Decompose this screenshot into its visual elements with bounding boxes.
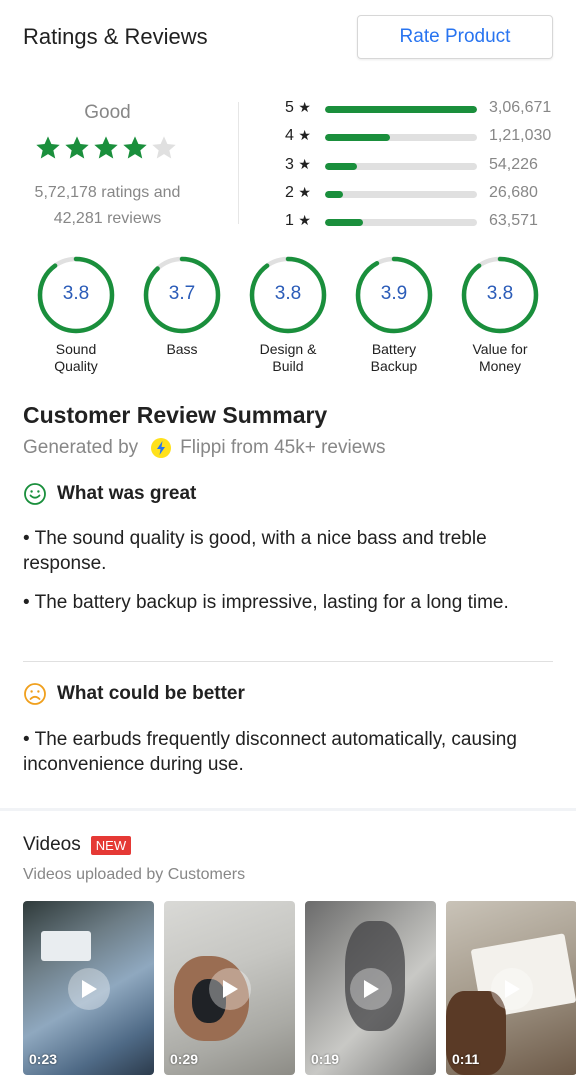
distribution-row[interactable]: 4 ★ 1,21,030 (285, 124, 575, 150)
distribution-star-label: 5 ★ (285, 99, 311, 116)
distribution-bar (325, 191, 477, 198)
distribution-row[interactable]: 3 ★ 54,226 (285, 153, 575, 179)
section-divider (23, 661, 553, 662)
aspect-name: Design & Build (259, 341, 317, 374)
star-filled-icon (65, 136, 89, 159)
play-icon[interactable] (68, 968, 110, 1010)
distribution-bar (325, 219, 477, 226)
distribution-count: 54,226 (489, 156, 538, 173)
aspect-score: 3.8 (62, 283, 90, 304)
vertical-divider (238, 102, 239, 224)
overall-rating-label: Good (84, 102, 131, 123)
rating-counts: 5,72,178 ratings and 42,281 reviews (0, 180, 215, 232)
great-heading-text: What was great (57, 483, 197, 504)
distribution-star-label: 4 ★ (285, 127, 311, 144)
great-heading: What was great (23, 482, 196, 506)
video-duration: 0:29 (170, 1051, 199, 1067)
video-thumbnail[interactable]: 0:19 (305, 901, 436, 1075)
distribution-bar-fill (325, 134, 391, 141)
section-separator (0, 808, 576, 811)
videos-subtitle: Videos uploaded by Customers (23, 866, 246, 883)
aspect-score: 3.9 (380, 283, 408, 304)
aspect-ratings: 3.8 Sound Quality 3.7 Bass 3.8 Design & Bu… (0, 255, 576, 380)
star-icon: ★ (298, 184, 311, 200)
star-icon: ★ (298, 99, 311, 115)
distribution-row[interactable]: 5 ★ 3,06,671 (285, 96, 575, 122)
distribution-count: 63,571 (489, 212, 538, 229)
video-thumbnail[interactable]: 0:29 (164, 901, 295, 1075)
star-empty-icon (152, 136, 176, 159)
star-icon: ★ (298, 156, 311, 172)
ratings-header: Ratings & Reviews Rate Product (0, 0, 576, 80)
video-duration: 0:19 (311, 1051, 340, 1067)
distribution-bar-fill (325, 163, 357, 170)
distribution-bar (325, 106, 477, 113)
star-filled-icon (36, 136, 60, 159)
star-filled-icon (94, 136, 118, 159)
ratings-count-text: 5,72,178 ratings and (34, 184, 181, 201)
overall-star-rating (34, 134, 178, 162)
play-icon[interactable] (491, 968, 533, 1010)
aspect-sound-quality[interactable]: 3.8 Sound Quality (26, 255, 126, 375)
better-heading-text: What could be better (57, 683, 245, 704)
video-duration: 0:23 (29, 1051, 58, 1067)
rating-summary: Good 5,72,178 ratings and 42,281 reviews… (0, 90, 576, 240)
aspect-name: Value for Money (472, 341, 528, 374)
distribution-bar (325, 163, 477, 170)
better-heading: What could be better (23, 682, 245, 706)
distribution-bar-fill (325, 106, 477, 113)
videos-title: Videos (23, 834, 81, 855)
smile-icon (24, 483, 46, 505)
rate-product-button[interactable]: Rate Product (357, 15, 553, 59)
play-icon[interactable] (350, 968, 392, 1010)
new-badge: NEW (90, 835, 132, 855)
aspect-score: 3.8 (486, 283, 514, 304)
aspect-design-build[interactable]: 3.8 Design & Build (238, 255, 338, 375)
distribution-star-label: 1 ★ (285, 212, 311, 229)
review-summary-title: Customer Review Summary (23, 402, 328, 428)
frown-icon (24, 683, 46, 705)
aspect-name: Sound Quality (54, 341, 98, 374)
flippi-icon (151, 438, 172, 458)
generated-by-prefix: Generated by (23, 437, 139, 458)
aspect-name: Bass (166, 341, 198, 357)
distribution-count: 3,06,671 (489, 99, 552, 116)
star-icon: ★ (298, 127, 311, 143)
distribution-star-label: 3 ★ (285, 156, 311, 173)
aspect-score: 3.8 (274, 283, 302, 304)
star-icon: ★ (298, 212, 311, 228)
great-point: • The battery backup is impressive, last… (23, 592, 509, 613)
star-filled-icon (123, 136, 147, 159)
great-point: • The sound quality is good, with a nice… (23, 528, 487, 574)
video-duration: 0:11 (452, 1051, 480, 1067)
distribution-row[interactable]: 2 ★ 26,680 (285, 181, 575, 207)
video-thumbnail[interactable]: 0:11 (446, 901, 576, 1075)
aspect-battery-backup[interactable]: 3.9 Battery Backup (344, 255, 444, 375)
better-point: • The earbuds frequently disconnect auto… (23, 729, 517, 775)
thumbnail-detail (41, 931, 91, 961)
aspect-value-for-money[interactable]: 3.8 Value for Money (450, 255, 550, 375)
aspect-name: Battery Backup (370, 341, 418, 374)
distribution-bar-fill (325, 219, 363, 226)
distribution-bar-fill (325, 191, 344, 198)
play-icon[interactable] (209, 968, 251, 1010)
reviews-count-text: 42,281 reviews (53, 210, 162, 227)
aspect-bass[interactable]: 3.7 Bass (132, 255, 232, 358)
distribution-row[interactable]: 1 ★ 63,571 (285, 209, 575, 235)
generated-by-suffix: Flippi from 45k+ reviews (180, 437, 386, 458)
generated-by-line: Generated by Flippi from 45k+ reviews (23, 437, 386, 459)
distribution-count: 1,21,030 (489, 127, 552, 144)
aspect-score: 3.7 (168, 283, 196, 304)
video-thumbnail[interactable]: 0:23 (23, 901, 154, 1075)
distribution-count: 26,680 (489, 184, 538, 201)
section-title: Ratings & Reviews (23, 24, 208, 49)
videos-heading: Videos NEW (23, 834, 132, 856)
distribution-bar (325, 134, 477, 141)
distribution-star-label: 2 ★ (285, 184, 311, 201)
